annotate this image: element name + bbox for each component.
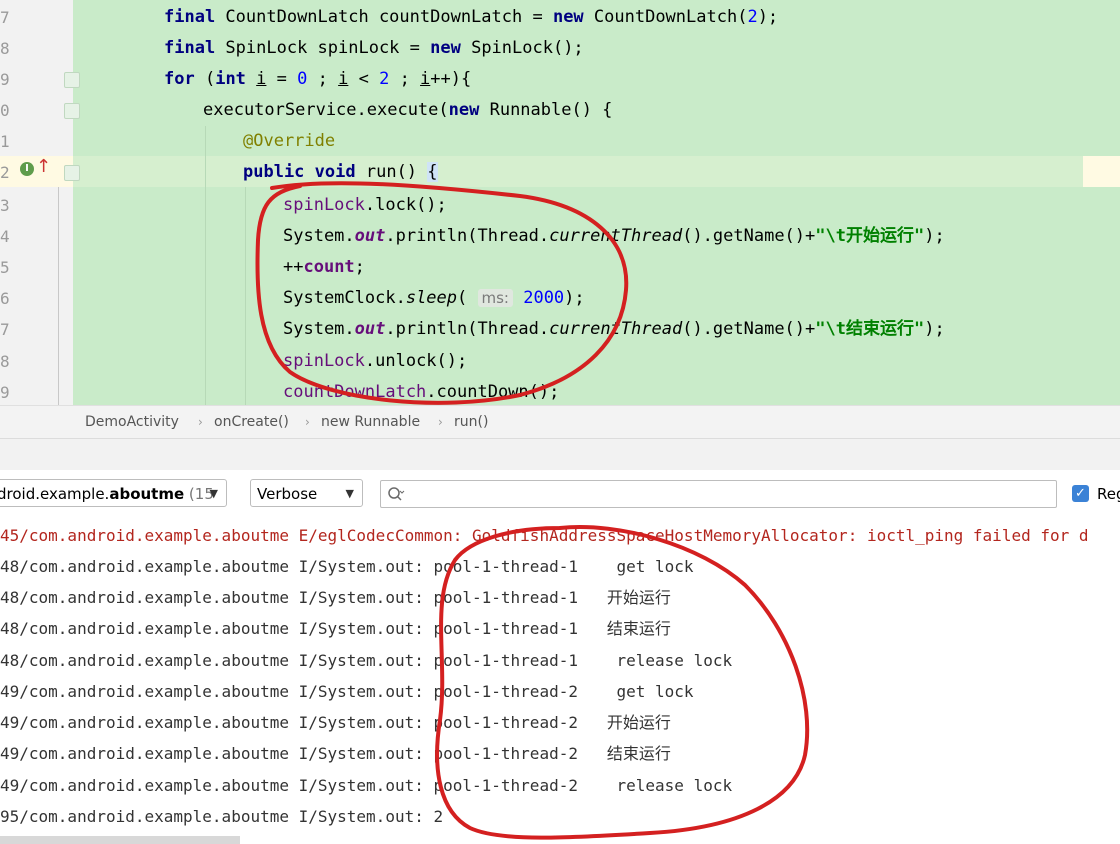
- log-line: 49/com.android.example.aboutme I/System.…: [0, 682, 694, 701]
- line-number: 8: [0, 352, 10, 371]
- code-line: final SpinLock spinLock = new SpinLock()…: [164, 38, 584, 58]
- breadcrumb-separator: ›: [305, 415, 310, 429]
- line-number: 7: [0, 320, 10, 339]
- line-number: 5: [0, 258, 10, 277]
- search-icon: [388, 487, 405, 501]
- code-line: public void run() {: [243, 162, 438, 182]
- fold-icon[interactable]: [64, 103, 80, 119]
- line-number: 8: [0, 39, 10, 58]
- logcat-search[interactable]: [380, 480, 1057, 508]
- log-line: 49/com.android.example.aboutme I/System.…: [0, 744, 671, 763]
- log-line: 48/com.android.example.aboutme I/System.…: [0, 557, 694, 576]
- horizontal-scrollbar[interactable]: [0, 836, 240, 844]
- code-line: ++count;: [283, 257, 365, 277]
- code-line: spinLock.unlock();: [283, 351, 468, 371]
- fold-icon[interactable]: [64, 72, 80, 88]
- log-line: 48/com.android.example.aboutme I/System.…: [0, 651, 733, 670]
- line-number: 1: [0, 132, 10, 151]
- breadcrumb-separator: ›: [438, 415, 443, 429]
- editor-gutter: 7 8 9 0 1 2 3 4 5 6 7 8 9: [0, 0, 73, 405]
- override-arrow-icon[interactable]: ↑: [36, 157, 51, 177]
- line-number: 3: [0, 196, 10, 215]
- current-line-highlight: [0, 156, 1120, 187]
- log-line: 48/com.android.example.aboutme I/System.…: [0, 619, 671, 638]
- breadcrumb-item-new-runnable[interactable]: new Runnable: [321, 406, 420, 439]
- log-line: 49/com.android.example.aboutme I/System.…: [0, 713, 671, 732]
- fold-icon[interactable]: [64, 165, 80, 181]
- logcat-toolbar: droid.example.aboutme (15 ▼ Verbose ▼ ✓ …: [0, 470, 1120, 518]
- parameter-hint: ms:: [477, 289, 513, 307]
- code-line: @Override: [243, 131, 336, 151]
- logcat-output[interactable]: 45/com.android.example.aboutme E/eglCode…: [0, 518, 1120, 844]
- log-level-select[interactable]: Verbose ▼: [250, 479, 363, 507]
- log-line: 95/com.android.example.aboutme I/System.…: [0, 807, 444, 826]
- breadcrumb-item-demoactivity[interactable]: DemoActivity: [85, 406, 179, 439]
- regex-checkbox[interactable]: ✓: [1072, 485, 1089, 502]
- line-number: 9: [0, 70, 10, 89]
- chevron-down-icon: ▼: [209, 487, 218, 500]
- indent-guide: [245, 187, 246, 405]
- code-line: executorService.execute(new Runnable() {: [203, 100, 613, 120]
- chevron-down-icon: ▼: [345, 487, 354, 500]
- line-number: 6: [0, 289, 10, 308]
- breadcrumb: DemoActivity › onCreate() › new Runnable…: [0, 405, 1120, 439]
- panel-divider: [0, 438, 1120, 471]
- code-line: final CountDownLatch countDownLatch = ne…: [164, 7, 779, 27]
- breadcrumb-separator: ›: [198, 415, 203, 429]
- code-editor[interactable]: 7 8 9 0 1 2 3 4 5 6 7 8 9 I ↑ final Coun…: [0, 0, 1120, 405]
- breadcrumb-item-run[interactable]: run(): [454, 406, 488, 439]
- code-line: countDownLatch.countDown();: [283, 382, 560, 402]
- gutter-divider: [58, 156, 59, 405]
- indent-guide: [205, 126, 206, 405]
- log-line: 45/com.android.example.aboutme E/eglCode…: [0, 526, 1089, 545]
- line-number: 7: [0, 8, 10, 27]
- line-number: 0: [0, 101, 10, 120]
- search-input[interactable]: [411, 484, 1045, 506]
- code-line: System.out.println(Thread.currentThread(…: [283, 319, 945, 339]
- line-number: 2: [0, 163, 10, 182]
- code-line: System.out.println(Thread.currentThread(…: [283, 226, 945, 246]
- line-number: 9: [0, 383, 10, 402]
- process-select[interactable]: droid.example.aboutme (15 ▼: [0, 479, 227, 507]
- regex-label: Regex: [1097, 485, 1120, 503]
- code-line: for (int i = 0 ; i < 2 ; i++){: [164, 69, 472, 89]
- line-number: 4: [0, 227, 10, 246]
- breadcrumb-item-oncreate[interactable]: onCreate(): [214, 406, 289, 439]
- code-line: spinLock.lock();: [283, 195, 447, 215]
- log-line: 49/com.android.example.aboutme I/System.…: [0, 776, 733, 795]
- log-line: 48/com.android.example.aboutme I/System.…: [0, 588, 671, 607]
- implements-icon[interactable]: I: [20, 162, 34, 176]
- code-line: SystemClock.sleep( ms: 2000);: [283, 288, 585, 308]
